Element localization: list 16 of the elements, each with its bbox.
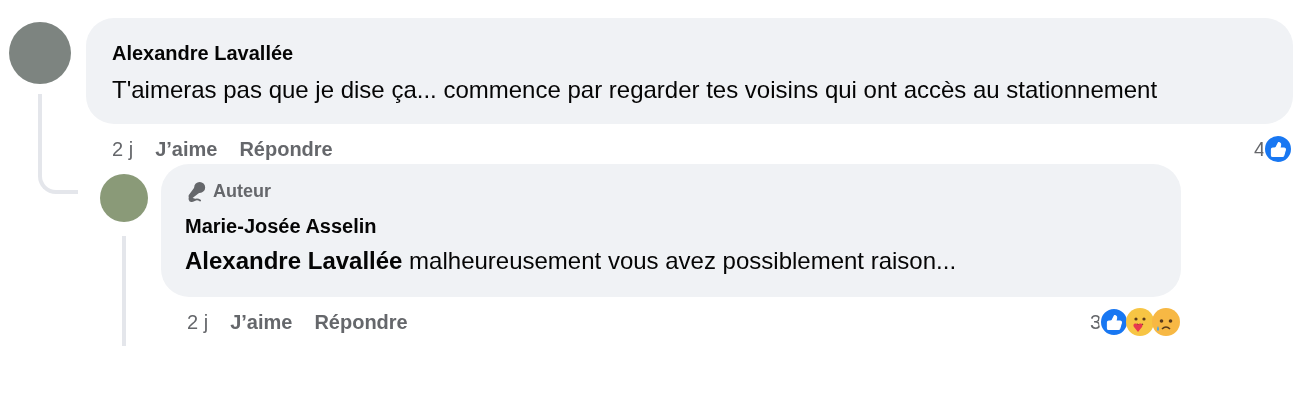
like-link[interactable]: J’aime xyxy=(155,134,218,164)
sad-emoji-icon xyxy=(1151,307,1181,337)
hugging-emoji-icon xyxy=(1125,307,1155,337)
author-role-label: Auteur xyxy=(213,180,271,203)
author-name[interactable]: Marie-Josée Asselin xyxy=(185,211,1157,241)
comment-time: 2 j xyxy=(112,137,134,162)
reaction-count: 3 xyxy=(1089,310,1101,335)
comment-text: T'aimeras pas que je dise ça... commence par regarder tes voisins qui ont accès au stationnement xyxy=(112,75,1159,105)
author-name[interactable]: Alexandre Lavallée xyxy=(112,38,1267,68)
comment-text: Alexandre Lavallée malheureusement vous avez possiblement raison... xyxy=(185,246,958,276)
reaction-count: 4 xyxy=(1253,137,1265,162)
reply-link[interactable]: Répondre xyxy=(314,307,408,337)
reply-link[interactable]: Répondre xyxy=(239,134,333,164)
comment-time: 2 j xyxy=(187,310,209,335)
avatar-photo-placeholder[interactable] xyxy=(100,174,148,222)
like-link[interactable]: J’aime xyxy=(230,307,293,337)
